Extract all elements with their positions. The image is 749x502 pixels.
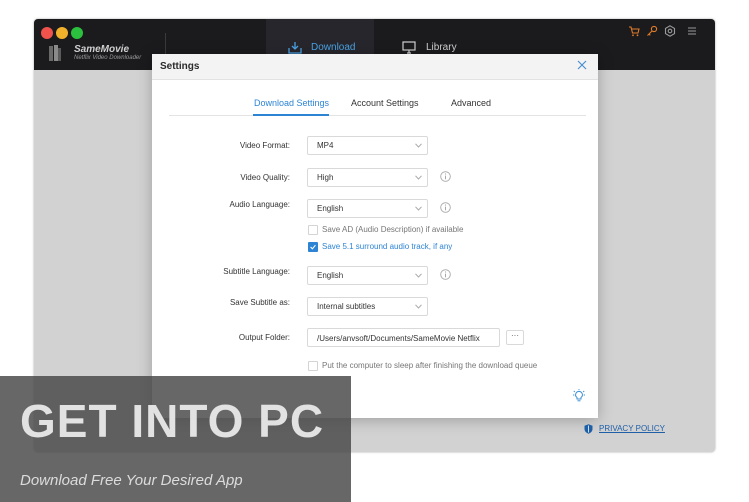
info-icon[interactable] bbox=[440, 202, 451, 213]
video-quality-value: High bbox=[317, 173, 334, 182]
video-format-select[interactable]: MP4 bbox=[307, 136, 428, 155]
tab-account-settings[interactable]: Account Settings bbox=[351, 98, 419, 108]
settings-icon[interactable] bbox=[664, 25, 676, 37]
tab-advanced[interactable]: Advanced bbox=[451, 98, 491, 108]
minimize-window-button[interactable] bbox=[56, 27, 68, 39]
video-format-label: Video Format: bbox=[239, 141, 290, 150]
privacy-policy-label: PRIVACY POLICY bbox=[599, 424, 665, 433]
save-subtitle-label: Save Subtitle as: bbox=[229, 298, 290, 307]
save-51-label: Save 5.1 surround audio track, if any bbox=[322, 242, 453, 251]
app-logo-icon bbox=[49, 45, 61, 61]
key-icon[interactable] bbox=[646, 25, 658, 37]
checkmark-icon bbox=[310, 244, 316, 250]
app-subtitle: Netflix Video Downloader bbox=[74, 55, 142, 61]
dialog-header: Settings bbox=[152, 54, 598, 80]
subtitle-language-value: English bbox=[317, 271, 344, 280]
lightbulb-icon[interactable] bbox=[573, 389, 585, 403]
chevron-down-icon bbox=[415, 143, 422, 148]
save-subtitle-select[interactable]: Internal subtitles bbox=[307, 297, 428, 316]
subtitle-language-label: Subtitle Language: bbox=[223, 267, 290, 276]
app-name: SameMovie bbox=[74, 44, 130, 55]
close-icon[interactable] bbox=[576, 59, 588, 71]
active-tab-indicator bbox=[253, 114, 329, 116]
monitor-icon bbox=[402, 41, 416, 54]
output-folder-path: /Users/anvsoft/Documents/SameMovie Netfl… bbox=[317, 334, 480, 343]
sleep-checkbox[interactable] bbox=[308, 361, 318, 371]
chevron-down-icon bbox=[415, 206, 422, 211]
close-window-button[interactable] bbox=[41, 27, 53, 39]
video-format-value: MP4 bbox=[317, 141, 334, 150]
settings-dialog: Settings Download Settings Account Setti… bbox=[152, 54, 598, 418]
video-quality-select[interactable]: High bbox=[307, 168, 428, 187]
sleep-label: Put the computer to sleep after finishin… bbox=[322, 361, 538, 370]
zoom-window-button[interactable] bbox=[71, 27, 83, 39]
output-folder-field[interactable]: /Users/anvsoft/Documents/SameMovie Netfl… bbox=[307, 328, 500, 347]
nav-library-label: Library bbox=[426, 42, 457, 53]
chevron-down-icon bbox=[415, 175, 422, 180]
audio-language-value: English bbox=[317, 204, 344, 213]
info-icon[interactable] bbox=[440, 269, 451, 280]
watermark-subtitle: Download Free Your Desired App bbox=[20, 472, 243, 489]
shield-icon bbox=[584, 424, 593, 434]
chevron-down-icon bbox=[415, 273, 422, 278]
save-51-checkbox[interactable] bbox=[308, 242, 318, 252]
save-subtitle-value: Internal subtitles bbox=[317, 302, 376, 311]
dialog-title: Settings bbox=[160, 61, 200, 72]
watermark-title: GET INTO PC bbox=[20, 395, 325, 447]
save-ad-label: Save AD (Audio Description) if available bbox=[322, 225, 464, 234]
download-icon bbox=[288, 42, 302, 54]
video-quality-label: Video Quality: bbox=[240, 173, 290, 182]
tab-divider bbox=[169, 115, 586, 116]
tab-download-settings[interactable]: Download Settings bbox=[254, 98, 329, 108]
save-ad-checkbox[interactable] bbox=[308, 225, 318, 235]
audio-language-select[interactable]: English bbox=[307, 199, 428, 218]
watermark-overlay: GET INTO PC Download Free Your Desired A… bbox=[0, 376, 351, 502]
nav-download-label: Download bbox=[311, 42, 356, 53]
audio-language-label: Audio Language: bbox=[229, 200, 291, 209]
chevron-down-icon bbox=[415, 304, 422, 309]
menu-icon[interactable] bbox=[686, 25, 698, 37]
browse-folder-button[interactable]: ··· bbox=[506, 330, 524, 345]
cart-icon[interactable] bbox=[628, 25, 640, 37]
info-icon[interactable] bbox=[440, 171, 451, 182]
output-folder-label: Output Folder: bbox=[238, 333, 290, 342]
subtitle-language-select[interactable]: English bbox=[307, 266, 428, 285]
